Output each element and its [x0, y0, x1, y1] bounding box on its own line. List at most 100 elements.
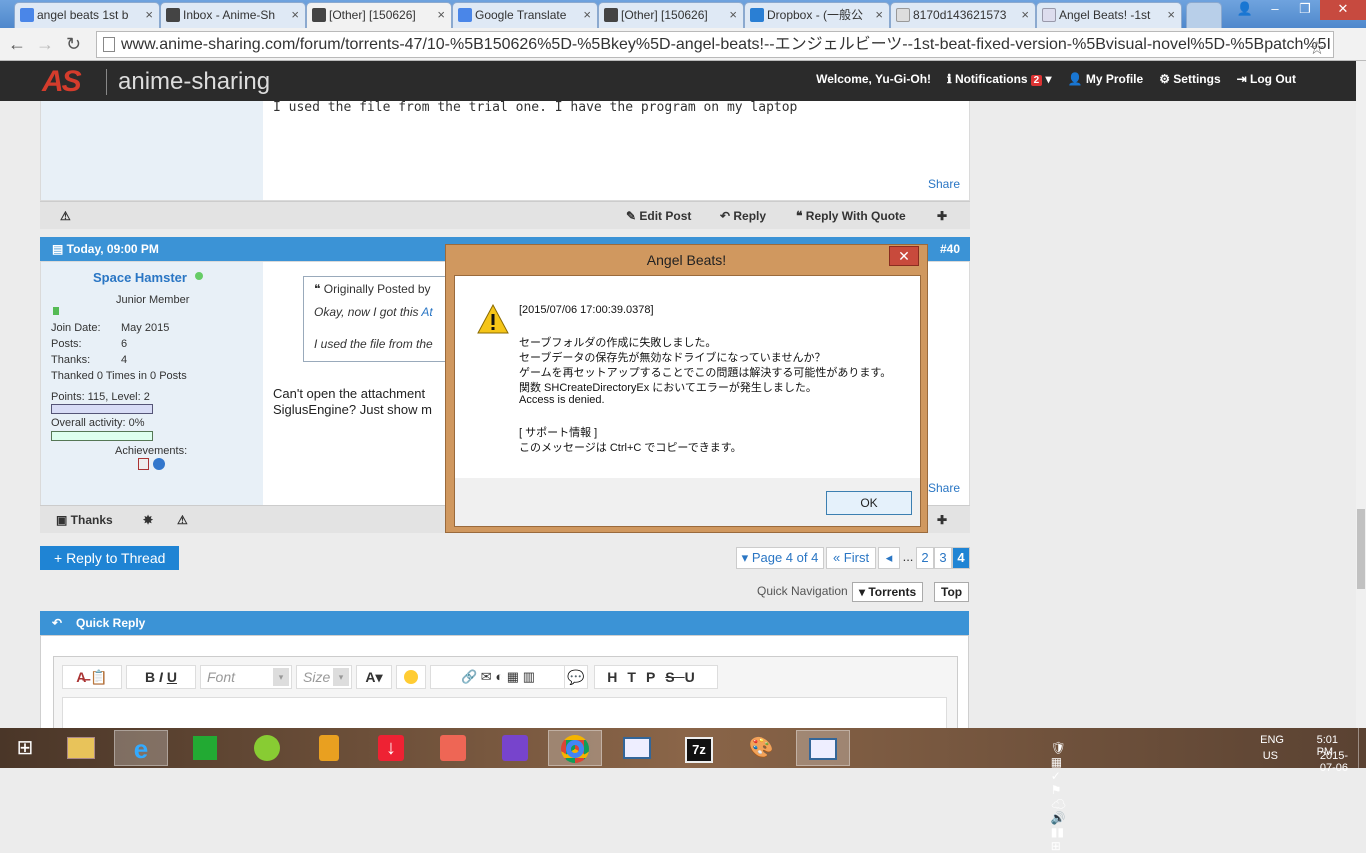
tab-active-other[interactable]: [Other] [150626] ×	[306, 2, 452, 28]
bold-icon[interactable]: B	[145, 669, 155, 685]
new-tab-button[interactable]	[1186, 2, 1222, 28]
page-3-link[interactable]: 3	[934, 547, 952, 569]
achievement-badge-icon[interactable]	[138, 458, 149, 470]
back-arrow-icon[interactable]: ←	[8, 33, 26, 55]
first-page-button[interactable]: « First	[826, 547, 876, 569]
tag-p-icon[interactable]: P	[646, 669, 665, 685]
spotify-icon[interactable]	[240, 730, 294, 766]
link-icon[interactable]: 🔗	[461, 669, 477, 684]
close-tab-icon[interactable]: ×	[145, 3, 153, 27]
page-of-dropdown[interactable]: ▾ Page 4 of 4	[736, 547, 824, 569]
file-explorer-icon[interactable]	[54, 730, 108, 766]
tag-h-icon[interactable]: H	[607, 669, 627, 685]
download-icon[interactable]: ↓	[364, 730, 418, 766]
reload-icon[interactable]: ↻	[66, 33, 81, 55]
url-input[interactable]: www.anime-sharing.com/forum/torrents-47/…	[96, 31, 1334, 58]
tab-other-2[interactable]: [Other] [150626] ×	[598, 2, 744, 28]
multiquote-icon[interactable]: ✚	[937, 209, 947, 223]
username-link[interactable]: Yu-Gi-Oh!	[875, 72, 931, 86]
report-icon[interactable]: ⚠	[177, 513, 188, 527]
image-icon[interactable]: ▦	[507, 669, 519, 684]
start-button[interactable]: ⊞	[0, 730, 50, 766]
window-app-icon[interactable]	[610, 730, 664, 766]
thanks-button[interactable]: ▣ Thanks	[56, 513, 113, 527]
reply-button[interactable]: ↶ Reply	[720, 209, 766, 223]
logout-link[interactable]: ⇥ Log Out	[1237, 72, 1296, 86]
tag-u-icon[interactable]: U	[685, 669, 705, 685]
photo-app-icon[interactable]	[426, 730, 480, 766]
quote-icon[interactable]: 💬	[564, 665, 588, 689]
close-tab-icon[interactable]: ×	[1167, 3, 1175, 27]
keyboard-layout[interactable]: US	[1263, 750, 1278, 762]
remove-format-icon[interactable]: A̶	[76, 669, 86, 685]
notifications-menu[interactable]: ℹ Notifications 2 ▾	[947, 72, 1052, 86]
reply-to-thread-button[interactable]: + Reply to Thread	[40, 546, 180, 570]
7zip-icon[interactable]: 7z	[672, 730, 726, 766]
chrome-icon[interactable]	[548, 730, 602, 766]
close-tab-icon[interactable]: ×	[875, 3, 883, 27]
reply-with-quote-button[interactable]: ❝ Reply With Quote	[796, 209, 906, 223]
smiley-icon[interactable]	[396, 665, 426, 689]
underline-icon[interactable]: U	[167, 669, 177, 685]
tray-network-icons[interactable]: 🛡 ▦ ✓ ⚑ ☁ 🔊 ▮▮ ⊞	[1051, 741, 1066, 853]
minimize-button[interactable]: –	[1260, 0, 1290, 20]
torrents-nav-button[interactable]: ▾ Torrents	[852, 582, 924, 602]
paste-icon[interactable]: 📋	[90, 669, 107, 685]
notes-icon[interactable]	[302, 730, 356, 766]
close-tab-icon[interactable]: ×	[729, 3, 737, 27]
show-desktop-button[interactable]	[1358, 728, 1366, 768]
language-indicator[interactable]: ENG	[1260, 734, 1284, 746]
clock-date[interactable]: 2015-07-06	[1320, 750, 1348, 774]
site-logo[interactable]: AS	[42, 65, 82, 99]
close-tab-icon[interactable]: ×	[583, 3, 591, 27]
angel-beats-window-icon[interactable]	[796, 730, 850, 766]
message-textarea[interactable]	[62, 697, 947, 728]
share-link[interactable]: Share	[928, 177, 960, 191]
tab-file[interactable]: 8170d143621573 ×	[890, 2, 1036, 28]
italic-icon[interactable]: I	[159, 669, 163, 685]
prev-page-button[interactable]: ◂	[878, 547, 900, 569]
media-app-icon[interactable]	[488, 730, 542, 766]
tab-angel-beats[interactable]: Angel Beats! -1st ×	[1036, 2, 1182, 28]
paint-icon[interactable]: 🎨	[734, 730, 788, 766]
bookmark-star-icon[interactable]: ☆	[1309, 36, 1325, 57]
strike-s-icon[interactable]: S	[665, 669, 684, 685]
post-number-link[interactable]: #40	[940, 237, 960, 261]
settings-link[interactable]: ⚙ Settings	[1159, 72, 1220, 86]
close-tab-icon[interactable]: ×	[291, 3, 299, 27]
size-select[interactable]: Size ▾	[296, 665, 352, 689]
maximize-button[interactable]: ❐	[1290, 0, 1320, 20]
site-name[interactable]: anime-sharing	[118, 68, 270, 96]
multiquote-icon[interactable]: ✚	[937, 513, 947, 527]
font-select[interactable]: Font ▾	[200, 665, 292, 689]
report-icon[interactable]: ⚠	[60, 209, 71, 223]
store-icon[interactable]	[178, 730, 232, 766]
share-link[interactable]: Share	[928, 481, 960, 495]
tab-dropbox[interactable]: Dropbox - (一般公 ×	[744, 2, 890, 28]
close-tab-icon[interactable]: ×	[437, 3, 445, 27]
dialog-close-button[interactable]: ✕	[889, 246, 919, 266]
forward-arrow-icon[interactable]: →	[36, 33, 54, 55]
close-tab-icon[interactable]: ×	[1021, 3, 1029, 27]
quote-link[interactable]: At	[421, 305, 432, 319]
tab-inbox[interactable]: Inbox - Anime-Sh ×	[160, 2, 306, 28]
ok-button[interactable]: OK	[826, 491, 912, 515]
reputation-star-icon[interactable]: ✸	[143, 513, 153, 527]
tab-angel-beats-search[interactable]: angel beats 1st b ×	[14, 2, 160, 28]
post-username-link[interactable]: Space Hamster	[93, 270, 187, 285]
top-button[interactable]: Top	[934, 582, 970, 602]
globe-achievement-icon[interactable]	[153, 458, 165, 470]
my-profile-link[interactable]: 👤 My Profile	[1068, 72, 1144, 86]
page-scrollbar[interactable]	[1356, 61, 1366, 728]
page-2-link[interactable]: 2	[916, 547, 934, 569]
tab-google-translate[interactable]: Google Translate ×	[452, 2, 598, 28]
video-icon[interactable]: ▥	[523, 669, 535, 684]
internet-explorer-icon[interactable]: e	[114, 730, 168, 766]
text-color-button[interactable]: A▾	[356, 665, 392, 689]
tag-t-icon[interactable]: T	[627, 669, 646, 685]
user-icon[interactable]: 👤	[1230, 0, 1260, 20]
edit-post-button[interactable]: ✎ Edit Post	[626, 209, 691, 223]
unlink-icon[interactable]: ◐	[495, 669, 503, 684]
scrollbar-thumb[interactable]	[1357, 509, 1365, 589]
email-icon[interactable]: ✉	[481, 669, 492, 684]
